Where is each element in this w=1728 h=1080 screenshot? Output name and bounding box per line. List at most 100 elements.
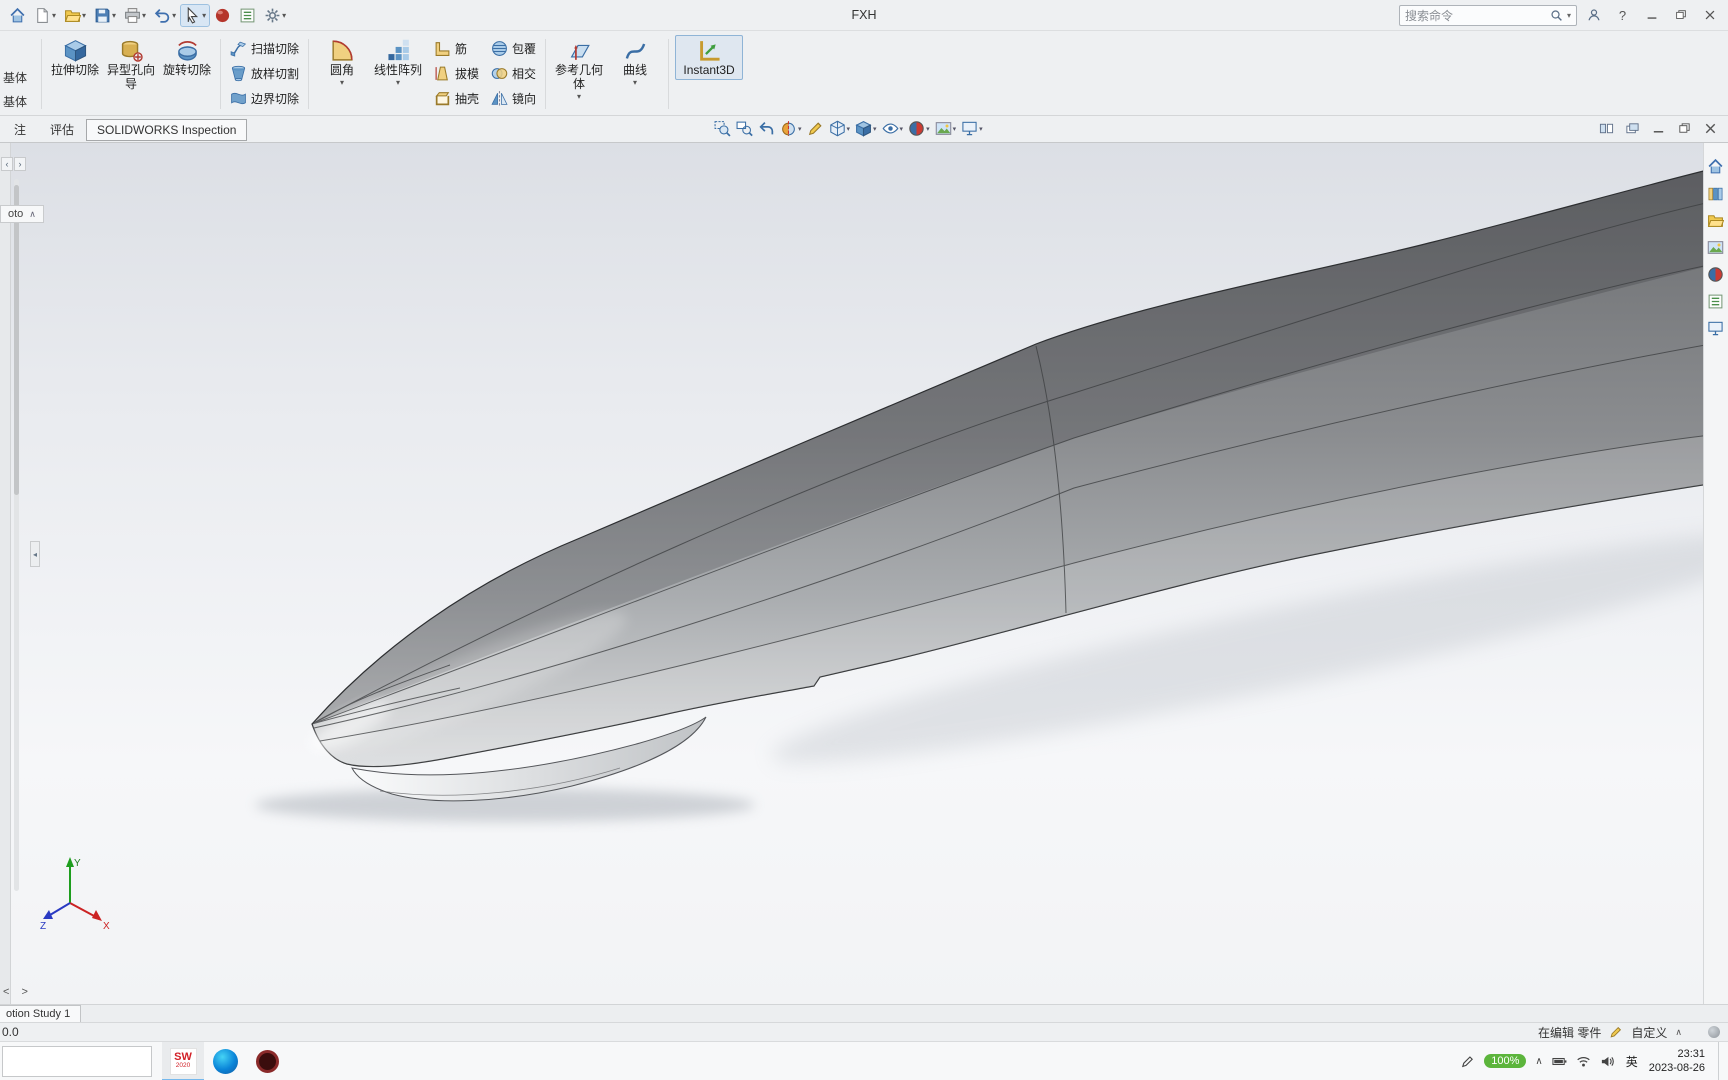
doc-minimize-icon[interactable] bbox=[1651, 120, 1670, 137]
instant3d-group: Instant3D bbox=[672, 33, 746, 115]
custom-properties-icon[interactable] bbox=[1707, 292, 1726, 311]
battery-icon[interactable] bbox=[1552, 1054, 1567, 1069]
tree-scrollbar-thumb[interactable] bbox=[14, 185, 19, 495]
flyout-collapse-icon[interactable]: ∧ bbox=[29, 209, 36, 220]
prev-arrow[interactable]: < bbox=[3, 986, 9, 998]
orientation-triad: Y X Z bbox=[40, 857, 110, 932]
tray-expand-icon[interactable]: ∧ bbox=[1535, 1056, 1542, 1067]
undo-icon[interactable]: ▾ bbox=[151, 5, 179, 26]
model-3d[interactable]: Y X Z bbox=[0, 143, 1728, 1004]
previous-view-icon[interactable] bbox=[756, 118, 777, 139]
panel-forward-arrow[interactable]: › bbox=[14, 157, 26, 171]
battery-widget[interactable]: 100% bbox=[1484, 1054, 1527, 1068]
pen-input-icon[interactable] bbox=[1460, 1054, 1475, 1069]
panel-back-arrow[interactable]: ‹ bbox=[1, 157, 13, 171]
advanced-cut-group: 扫描切除 放样切割 边界切除 bbox=[224, 33, 305, 115]
window-split-icon[interactable] bbox=[1599, 120, 1618, 137]
edit-appearance-icon[interactable]: ▾ bbox=[906, 118, 932, 139]
feature-tree-flyout[interactable]: oto ∧ bbox=[0, 205, 44, 223]
rib-button[interactable]: 筋 bbox=[430, 36, 471, 61]
coordinate-readout: 0.0 bbox=[2, 1025, 19, 1039]
volume-icon[interactable] bbox=[1600, 1054, 1615, 1069]
apply-scene-icon[interactable]: ▾ bbox=[933, 118, 959, 139]
home-icon[interactable] bbox=[6, 5, 29, 26]
appearances-icon[interactable] bbox=[1707, 265, 1726, 284]
annotation-views-icon[interactable] bbox=[805, 118, 826, 139]
fillet-button[interactable]: 圆角 ▾ bbox=[315, 35, 369, 89]
clipped-ribbon-buttons: 基体 基体 bbox=[0, 33, 38, 115]
new-icon[interactable]: ▾ bbox=[31, 5, 59, 26]
clock-time: 23:31 bbox=[1677, 1047, 1705, 1060]
search-caret-icon[interactable]: ▾ bbox=[1567, 11, 1571, 20]
taskpane-home-icon[interactable] bbox=[1707, 157, 1726, 176]
revolved-cut-button[interactable]: 旋转切除 bbox=[160, 35, 214, 80]
edge-app[interactable] bbox=[204, 1042, 246, 1080]
open-icon[interactable]: ▾ bbox=[61, 5, 89, 26]
search-icon[interactable] bbox=[1550, 9, 1563, 22]
doc-close-icon[interactable] bbox=[1703, 120, 1722, 137]
user-account-button[interactable] bbox=[1581, 4, 1606, 26]
custom-units-label[interactable]: 自定义 bbox=[1631, 1024, 1667, 1041]
design-library-icon[interactable] bbox=[1707, 184, 1726, 203]
show-desktop-button[interactable] bbox=[1718, 1041, 1724, 1080]
graphics-viewport[interactable]: Y X Z ‹ › oto ∧ ◂ < > bbox=[0, 143, 1728, 1004]
curves-button[interactable]: 曲线 ▾ bbox=[608, 35, 662, 89]
group-separator bbox=[308, 39, 310, 109]
file-explorer-icon[interactable] bbox=[1707, 211, 1726, 230]
view-palette-icon[interactable] bbox=[1707, 238, 1726, 257]
intersect-button[interactable]: 相交 bbox=[487, 61, 540, 86]
group-separator bbox=[41, 39, 42, 109]
select-icon[interactable]: ▾ bbox=[180, 3, 211, 27]
resource-monitor-icon bbox=[1708, 1026, 1720, 1038]
wrap-button[interactable]: 包覆 bbox=[487, 36, 540, 61]
print-icon[interactable]: ▾ bbox=[121, 5, 149, 26]
app-close-button[interactable] bbox=[1697, 4, 1722, 26]
recorder-app[interactable] bbox=[246, 1042, 288, 1080]
motion-study-tab[interactable]: otion Study 1 bbox=[0, 1005, 82, 1022]
linear-pattern-button[interactable]: 线性阵列 ▾ bbox=[371, 35, 425, 89]
recorder-icon bbox=[255, 1049, 279, 1073]
panel-splitter-handle[interactable]: ◂ bbox=[30, 541, 40, 567]
ime-indicator[interactable]: 英 bbox=[1624, 1053, 1640, 1070]
view-settings-icon[interactable]: ▾ bbox=[959, 118, 985, 139]
boundary-cut-button[interactable]: 边界切除 bbox=[226, 86, 303, 111]
tab-solidworks-inspection[interactable]: SOLIDWORKS Inspection bbox=[86, 119, 248, 141]
taskbar-clock[interactable]: 23:31 2023-08-26 bbox=[1649, 1047, 1705, 1076]
hide-show-items-icon[interactable]: ▾ bbox=[880, 118, 906, 139]
search-placeholder: 搜索命令 bbox=[1405, 8, 1454, 23]
forum-icon[interactable] bbox=[1707, 319, 1726, 338]
help-button[interactable]: ? bbox=[1610, 4, 1635, 26]
hole-wizard-button[interactable]: 异型孔向导 bbox=[104, 35, 158, 94]
command-search-box[interactable]: 搜索命令 ▾ bbox=[1399, 4, 1577, 26]
performance-icon[interactable] bbox=[211, 5, 234, 26]
reference-geometry-button[interactable]: 参考几何体 ▾ bbox=[552, 35, 606, 103]
draft-button[interactable]: 拔模 bbox=[430, 61, 483, 86]
network-icon[interactable] bbox=[1576, 1054, 1591, 1069]
tab-fragment[interactable]: 注 bbox=[2, 117, 38, 142]
solidworks-app[interactable]: SW 2020 bbox=[162, 1041, 204, 1080]
units-expand-icon[interactable]: ∧ bbox=[1675, 1027, 1682, 1038]
view-orientation-icon[interactable]: ▾ bbox=[827, 118, 853, 139]
shell-button[interactable]: 抽壳 bbox=[430, 86, 483, 111]
tab-evaluate[interactable]: 评估 bbox=[38, 117, 86, 142]
swept-cut-button[interactable]: 扫描切除 bbox=[226, 36, 303, 61]
section-view-icon[interactable]: ▾ bbox=[778, 118, 804, 139]
app-minimize-button[interactable] bbox=[1639, 4, 1664, 26]
instant3d-button[interactable]: Instant3D bbox=[675, 35, 744, 80]
display-style-icon[interactable]: ▾ bbox=[853, 118, 879, 139]
window-tabs-icon[interactable] bbox=[1625, 120, 1644, 137]
tree-scrollbar[interactable] bbox=[14, 179, 19, 891]
doc-restore-icon[interactable] bbox=[1677, 120, 1696, 137]
list-icon[interactable] bbox=[236, 5, 259, 26]
next-arrow[interactable]: > bbox=[21, 986, 27, 998]
options-icon[interactable]: ▾ bbox=[261, 5, 289, 26]
extruded-cut-button[interactable]: 拉伸切除 bbox=[48, 35, 102, 80]
taskbar-search-box[interactable] bbox=[2, 1045, 152, 1077]
app-restore-button[interactable] bbox=[1668, 4, 1693, 26]
zoom-area-icon[interactable] bbox=[734, 118, 755, 139]
zoom-fit-icon[interactable] bbox=[712, 118, 733, 139]
save-icon[interactable]: ▾ bbox=[91, 5, 119, 26]
window-title: FXH bbox=[851, 8, 877, 22]
mirror-button[interactable]: 镜向 bbox=[487, 86, 540, 111]
lofted-cut-button[interactable]: 放样切割 bbox=[226, 61, 303, 86]
